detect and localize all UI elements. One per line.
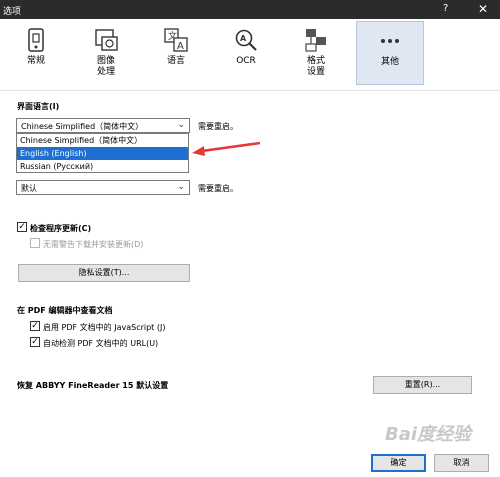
interface-language-select[interactable]: Chinese Simplified（简体中文） ⌄ [16, 118, 190, 133]
tab-image-processing[interactable]: 图像 处理 [72, 21, 140, 85]
tab-ocr[interactable]: A OCR [212, 21, 280, 85]
restore-defaults-label: 恢复 ABBYY FineReader 15 默认设置 [17, 381, 169, 390]
close-button[interactable]: ✕ [478, 2, 488, 16]
restart-note-2: 需要重启。 [198, 184, 238, 193]
enable-javascript-checkbox[interactable]: ✓ [30, 321, 40, 331]
check-updates-label: 检查程序更新(C) [30, 224, 92, 233]
detect-urls-checkbox[interactable]: ✓ [30, 337, 40, 347]
silent-update-label: 无需警告下载并安装更新(D) [43, 240, 144, 249]
second-select-value: 默认 [21, 184, 37, 193]
window-title: 选项 [3, 7, 22, 17]
silent-update-checkbox[interactable] [30, 238, 40, 248]
language-option-chinese[interactable]: Chinese Simplified（简体中文） [17, 134, 188, 147]
image-processing-icon [95, 29, 118, 51]
ocr-magnifier-icon: A [235, 29, 257, 51]
tab-format-settings-label: 格式 设置 [306, 56, 325, 77]
cancel-button[interactable]: 取消 [434, 454, 489, 472]
language-dropdown-list: Chinese Simplified（简体中文） English (Englis… [16, 133, 189, 173]
format-icon [305, 29, 326, 52]
detect-urls-label: 自动检测 PDF 文档中的 URL(U) [43, 339, 159, 348]
chevron-down-icon: ⌄ [177, 182, 185, 192]
reset-button[interactable]: 重置(R)... [373, 376, 472, 394]
tab-general[interactable]: 常规 [2, 21, 70, 85]
svg-text:A: A [240, 34, 247, 43]
chevron-down-icon: ⌄ [177, 120, 185, 130]
enable-javascript-label: 启用 PDF 文档中的 JavaScript (J) [43, 323, 166, 332]
tab-image-processing-label: 图像 处理 [96, 56, 115, 77]
help-button[interactable]: ? [443, 3, 448, 14]
language-option-english[interactable]: English (English) [17, 147, 188, 160]
tab-other-label: 其他 [380, 57, 399, 67]
privacy-settings-button[interactable]: 隐私设置(T)... [18, 264, 190, 282]
more-icon [381, 39, 399, 43]
tab-language[interactable]: 文 A 语言 [142, 21, 210, 85]
options-toolbar: 常规 图像 处理 文 A 语言 A OCR 格式 设置 其他 [0, 19, 500, 91]
interface-language-value: Chinese Simplified（简体中文） [21, 122, 144, 131]
tab-format-settings[interactable]: 格式 设置 [282, 21, 350, 85]
language-option-russian[interactable]: Russian (Русский) [17, 160, 188, 173]
tab-other[interactable]: 其他 [356, 21, 424, 85]
language-icon: 文 A [164, 28, 188, 52]
svg-text:A: A [177, 41, 184, 52]
tab-general-label: 常规 [26, 56, 45, 66]
baidu-watermark: Bai度经验 [385, 424, 472, 445]
pdf-editor-heading: 在 PDF 编辑器中查看文档 [17, 306, 113, 315]
second-select[interactable]: 默认 ⌄ [16, 180, 190, 195]
phone-icon [28, 28, 44, 52]
tab-ocr-label: OCR [236, 56, 256, 66]
interface-language-heading: 界面语言(I) [17, 102, 60, 111]
title-bar: 选项 ? ✕ [0, 0, 500, 19]
check-updates-checkbox[interactable]: ✓ [17, 222, 27, 232]
annotation-arrow [192, 141, 261, 156]
restart-note-1: 需要重启。 [198, 122, 238, 131]
ok-button[interactable]: 确定 [371, 454, 426, 472]
tab-language-label: 语言 [166, 56, 185, 66]
